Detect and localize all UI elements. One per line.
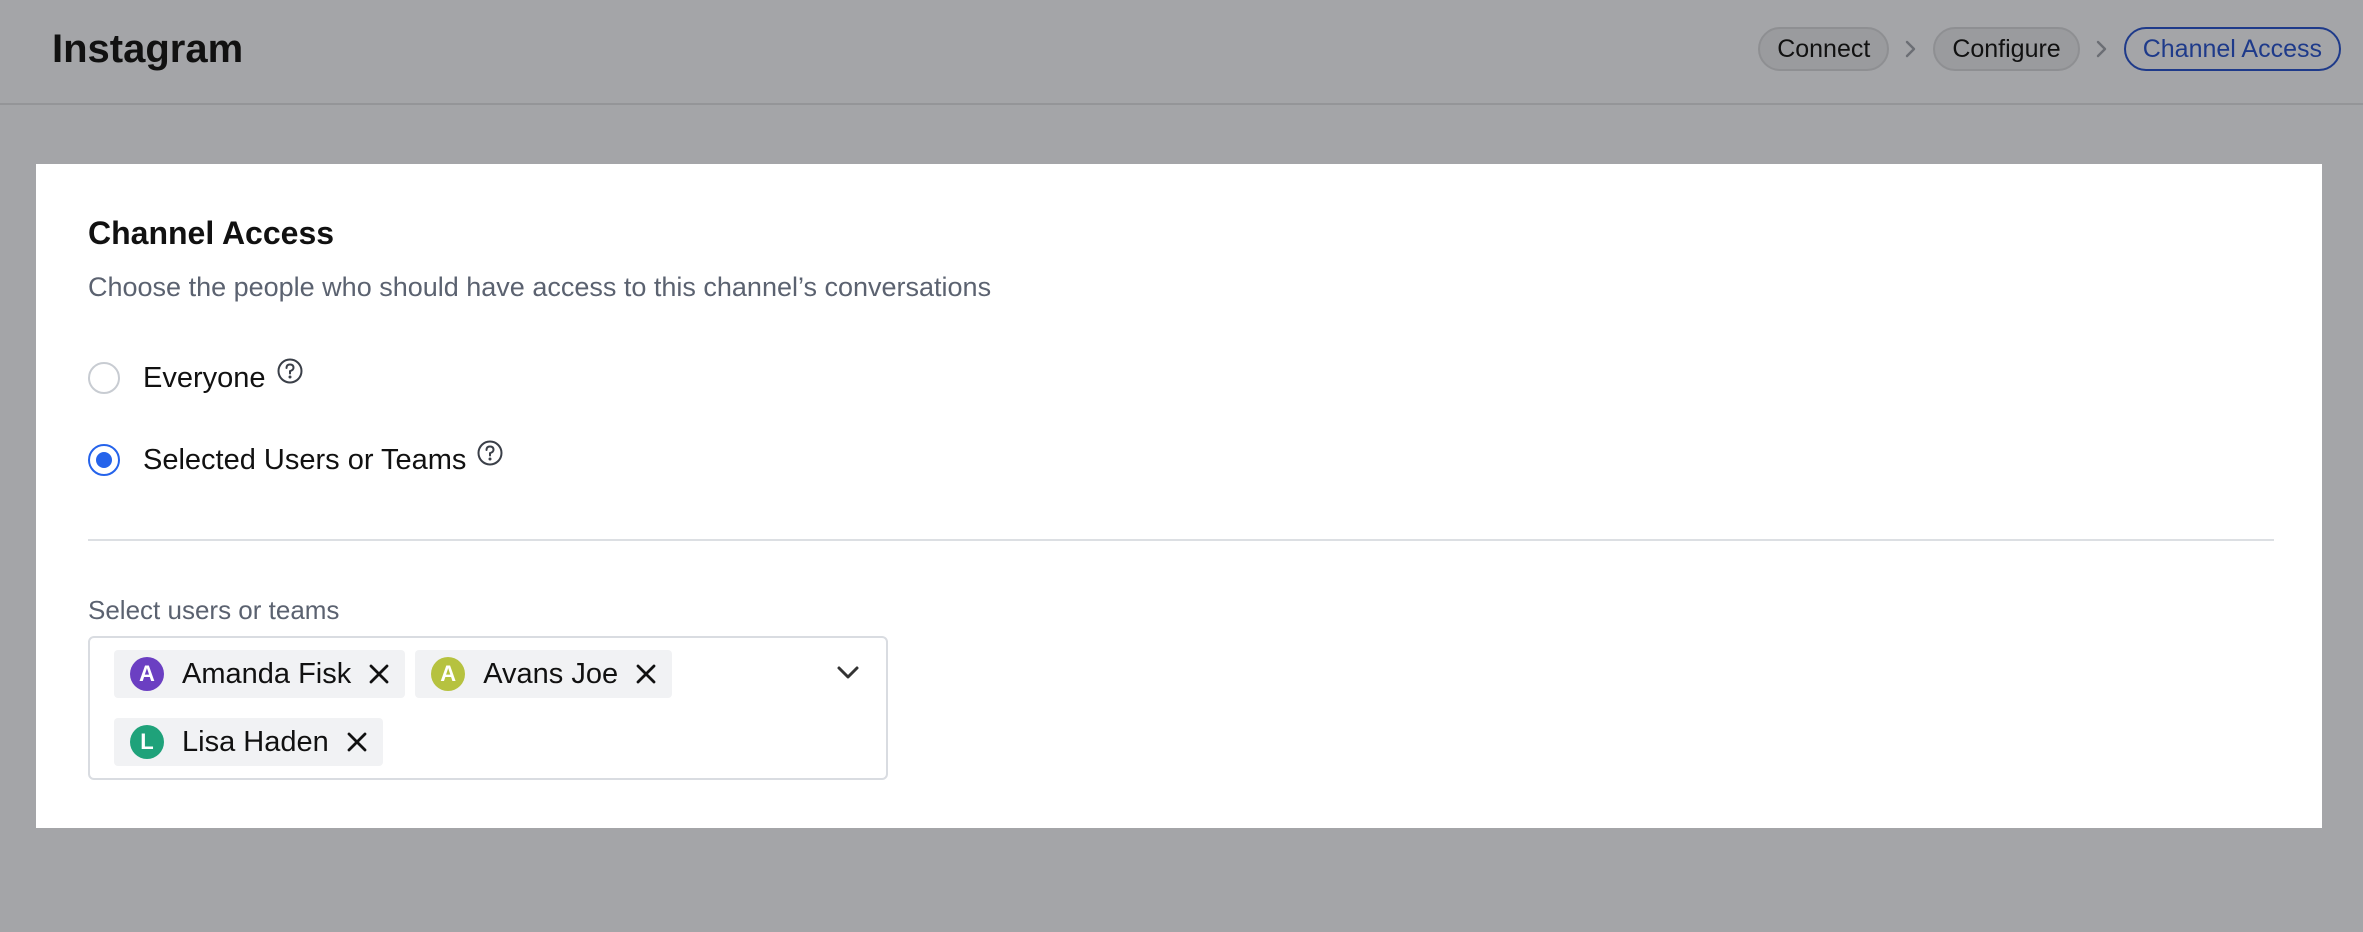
avatar: A [130,657,164,691]
divider [88,539,2274,541]
close-icon[interactable] [367,662,391,686]
radio-everyone[interactable] [88,362,120,394]
page-header: Instagram Connect Configure Channel Acce… [0,0,2363,105]
option-label: Selected Users or Teams [143,443,467,476]
question-circle-icon[interactable] [476,439,504,467]
chip-name: Lisa Haden [182,725,329,758]
chevron-right-icon [1889,39,1933,59]
chevron-right-icon [2080,39,2124,59]
select-label: Select users or teams [88,595,340,625]
card-title: Channel Access [88,215,335,251]
chevron-down-icon[interactable] [834,658,862,686]
chip-lisa-haden: L Lisa Haden [114,718,383,766]
selected-chips: A Amanda Fisk A Avans Joe L Lisa Haden [114,650,814,766]
close-icon[interactable] [345,730,369,754]
chip-name: Avans Joe [483,657,619,690]
avatar: A [431,657,466,691]
step-channel-access[interactable]: Channel Access [2123,27,2341,71]
avatar: L [130,725,164,759]
users-teams-select[interactable]: A Amanda Fisk A Avans Joe L Lisa Haden [88,636,888,780]
page-title: Instagram [52,27,244,71]
question-circle-icon[interactable] [276,357,304,385]
radio-selected-users[interactable] [88,444,120,476]
radio-dot [96,452,112,468]
channel-access-card: Channel Access Choose the people who sho… [36,164,2322,828]
option-everyone[interactable]: Everyone [88,358,304,398]
option-selected-users[interactable]: Selected Users or Teams [88,440,504,480]
option-label: Everyone [143,361,266,394]
close-icon[interactable] [634,662,658,686]
chip-amanda-fisk: A Amanda Fisk [114,650,406,698]
stepper: Connect Configure Channel Access [1758,27,2341,71]
step-connect[interactable]: Connect [1758,27,1890,71]
chip-name: Amanda Fisk [182,657,352,690]
chip-avans-joe: A Avans Joe [415,650,673,698]
card-description: Choose the people who should have access… [88,272,992,302]
step-configure[interactable]: Configure [1933,27,2080,71]
